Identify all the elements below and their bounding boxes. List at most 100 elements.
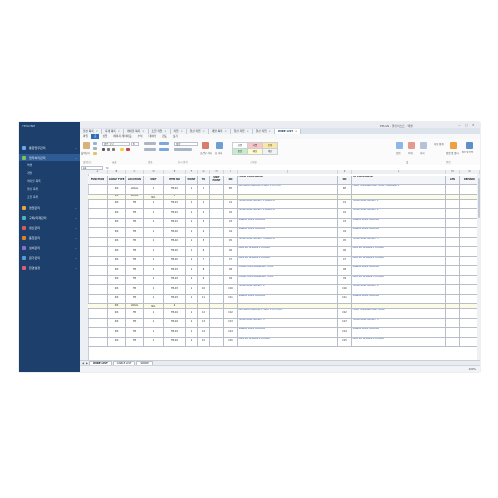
table-cell[interactable]: 1 <box>186 337 198 346</box>
table-cell[interactable]: 1 <box>186 266 198 275</box>
table-cell[interactable]: C11 <box>338 294 352 303</box>
table-cell[interactable]: SIGNAL LAMP COLUMN <box>238 228 338 237</box>
table-row[interactable]: SIS TB 1 TB-03 1 9 C9 CONVEYOR EMERGENCY STOP C9… <box>88 275 480 285</box>
table-cell[interactable]: LOCATION <box>126 176 144 184</box>
table-cell[interactable]: 4 <box>164 304 186 308</box>
table-cell[interactable]: TB-04 <box>164 337 186 346</box>
table-row[interactable]: SIS TB 1 TB-01 1 2 C2 TELEPHONE SOCKET 2 ROOM A… <box>88 209 480 219</box>
table-cell[interactable] <box>352 304 446 308</box>
table-cell[interactable]: C2 <box>224 209 238 218</box>
table-cell[interactable]: PROFILE SENSOR 4 POWER <box>352 337 446 346</box>
table-cell[interactable] <box>88 328 108 337</box>
maximize-button[interactable]: □ <box>465 123 468 127</box>
table-cell[interactable]: 1 <box>186 275 198 284</box>
sidebar-item[interactable]: 업무처리관리 ⌄ <box>19 154 80 161</box>
table-cell[interactable]: SPARE CABLE NO. <box>144 304 164 308</box>
table-cell[interactable]: C14 <box>338 328 352 337</box>
find-select-icon[interactable] <box>466 142 473 149</box>
table-cell[interactable]: C6 <box>338 247 352 256</box>
table-cell[interactable] <box>88 318 108 327</box>
sidebar-subitem[interactable]: 엑셀 <box>19 162 80 167</box>
sidebar-item[interactable]: 원가관리 ⌄ <box>19 254 80 261</box>
table-cell[interactable]: SIS <box>108 304 126 308</box>
sidebar-item[interactable]: 생산관리 ⌄ <box>19 224 80 231</box>
table-cell[interactable]: PLC RACK MODULE 0 SLOT 1 CH 1 DI <box>238 185 338 194</box>
table-cell[interactable]: TB <box>126 228 144 237</box>
table-cell[interactable]: SIGNAL LAMP COLUMN <box>352 218 446 227</box>
table-cell[interactable]: 1 <box>144 218 164 227</box>
table-cell[interactable]: TB <box>126 237 144 246</box>
table-cell[interactable] <box>224 304 238 308</box>
table-cell[interactable] <box>88 294 108 303</box>
font-color-icon[interactable] <box>126 148 130 151</box>
table-row[interactable]: SIS TB 1 TB-04 1 14 C14 SIGNAL LAMP COLUMN C14 SI… <box>88 328 480 338</box>
delete-cells-icon[interactable] <box>408 142 415 149</box>
table-cell[interactable] <box>88 285 108 294</box>
table-cell[interactable]: SIS <box>108 294 126 303</box>
table-cell[interactable]: 12 <box>198 309 210 318</box>
zoom-level[interactable]: 100% <box>469 368 476 371</box>
name-box[interactable]: A1 <box>81 165 103 170</box>
table-row[interactable]: SIS TB 1 TB-02 1 6 C6 PROFILE SENSOR 1 POWER C6 P… <box>88 247 480 257</box>
table-cell[interactable] <box>446 275 460 284</box>
table-cell[interactable]: FUNCTION <box>88 176 108 184</box>
table-cell[interactable] <box>210 247 224 256</box>
table-cell[interactable]: 14 <box>198 328 210 337</box>
table-row[interactable]: SIS TB 1 TB-04 1 15 C15 PROFILE SENSOR 4 POWER C… <box>88 337 480 347</box>
fx-icon[interactable]: fx <box>106 166 109 170</box>
table-cell[interactable]: 11 <box>198 294 210 303</box>
table-cell[interactable]: TO <box>198 176 210 184</box>
table-cell[interactable] <box>88 304 108 308</box>
cut-icon[interactable] <box>93 142 97 145</box>
table-cell[interactable]: C10 <box>338 285 352 294</box>
table-cell[interactable]: FROM COMPONENT <box>238 176 338 184</box>
table-cell[interactable]: NO <box>338 176 352 184</box>
table-cell[interactable]: SH <box>338 185 352 194</box>
table-cell[interactable]: 1 <box>186 309 198 318</box>
table-cell[interactable]: 3 <box>164 194 186 199</box>
table-cell[interactable]: 1 <box>144 337 164 346</box>
table-cell[interactable] <box>446 199 460 208</box>
table-cell[interactable]: 1 <box>144 185 164 194</box>
table-cell[interactable] <box>88 247 108 256</box>
table-cell[interactable]: SIS <box>108 185 126 194</box>
table-cell[interactable]: SPARE CABLE NO. <box>144 194 164 199</box>
sidebar-subitem[interactable]: 케이블 목록 <box>19 178 80 183</box>
table-cell[interactable] <box>446 228 460 237</box>
table-cell[interactable]: C4 <box>224 228 238 237</box>
table-cell[interactable]: 1 <box>186 185 198 194</box>
table-cell[interactable]: TB <box>126 285 144 294</box>
table-cell[interactable]: 1 <box>144 309 164 318</box>
table-cell[interactable] <box>198 304 210 308</box>
sidebar-item[interactable]: 환경설정 ⌄ <box>19 264 80 271</box>
table-cell[interactable]: TB-04 <box>164 328 186 337</box>
sidebar-item[interactable]: 통합업무관리 ⌄ <box>19 144 80 151</box>
table-cell[interactable]: 1 <box>198 199 210 208</box>
sidebar-subitem[interactable]: 개발 <box>19 170 80 175</box>
table-cell[interactable] <box>446 285 460 294</box>
table-cell[interactable] <box>446 247 460 256</box>
table-cell[interactable] <box>88 309 108 318</box>
table-row[interactable]: SIS TB 1 TB-02 1 5 C5 TELEPHONE SOCKET 3 ROOM B… <box>88 237 480 247</box>
table-cell[interactable]: 1 <box>186 237 198 246</box>
table-cell[interactable] <box>88 194 108 199</box>
align-top-icon[interactable] <box>144 142 156 145</box>
table-cell[interactable]: POINT <box>186 176 198 184</box>
table-cell[interactable]: TELEPHONE SOCKET 4 <box>238 285 338 294</box>
table-cell[interactable]: 1 <box>144 318 164 327</box>
table-row[interactable]: SIS TB 1 TB-02 1 4 C4 SIGNAL LAMP COLUMN C4 SIGNA… <box>88 228 480 238</box>
table-row[interactable]: SIS TB 1 TB-03 1 11 C11 SIGNAL LAMP COLUMN C11 SI… <box>88 294 480 304</box>
number-format-select[interactable]: 일반 <box>174 142 198 146</box>
table-cell[interactable] <box>210 328 224 337</box>
table-cell[interactable]: 1 <box>186 199 198 208</box>
table-cell[interactable] <box>210 209 224 218</box>
table-cell[interactable]: C14 <box>224 328 238 337</box>
table-cell[interactable]: TB <box>126 318 144 327</box>
table-cell[interactable] <box>338 304 352 308</box>
table-cell[interactable]: TELEPHONE SOCKET 2 <box>352 209 446 218</box>
table-cell[interactable] <box>446 218 460 227</box>
table-cell[interactable] <box>210 318 224 327</box>
table-cell[interactable]: PROFILE SENSOR 2 POWER <box>352 256 446 265</box>
table-cell[interactable]: C1 <box>338 199 352 208</box>
table-cell[interactable]: TB <box>126 266 144 275</box>
